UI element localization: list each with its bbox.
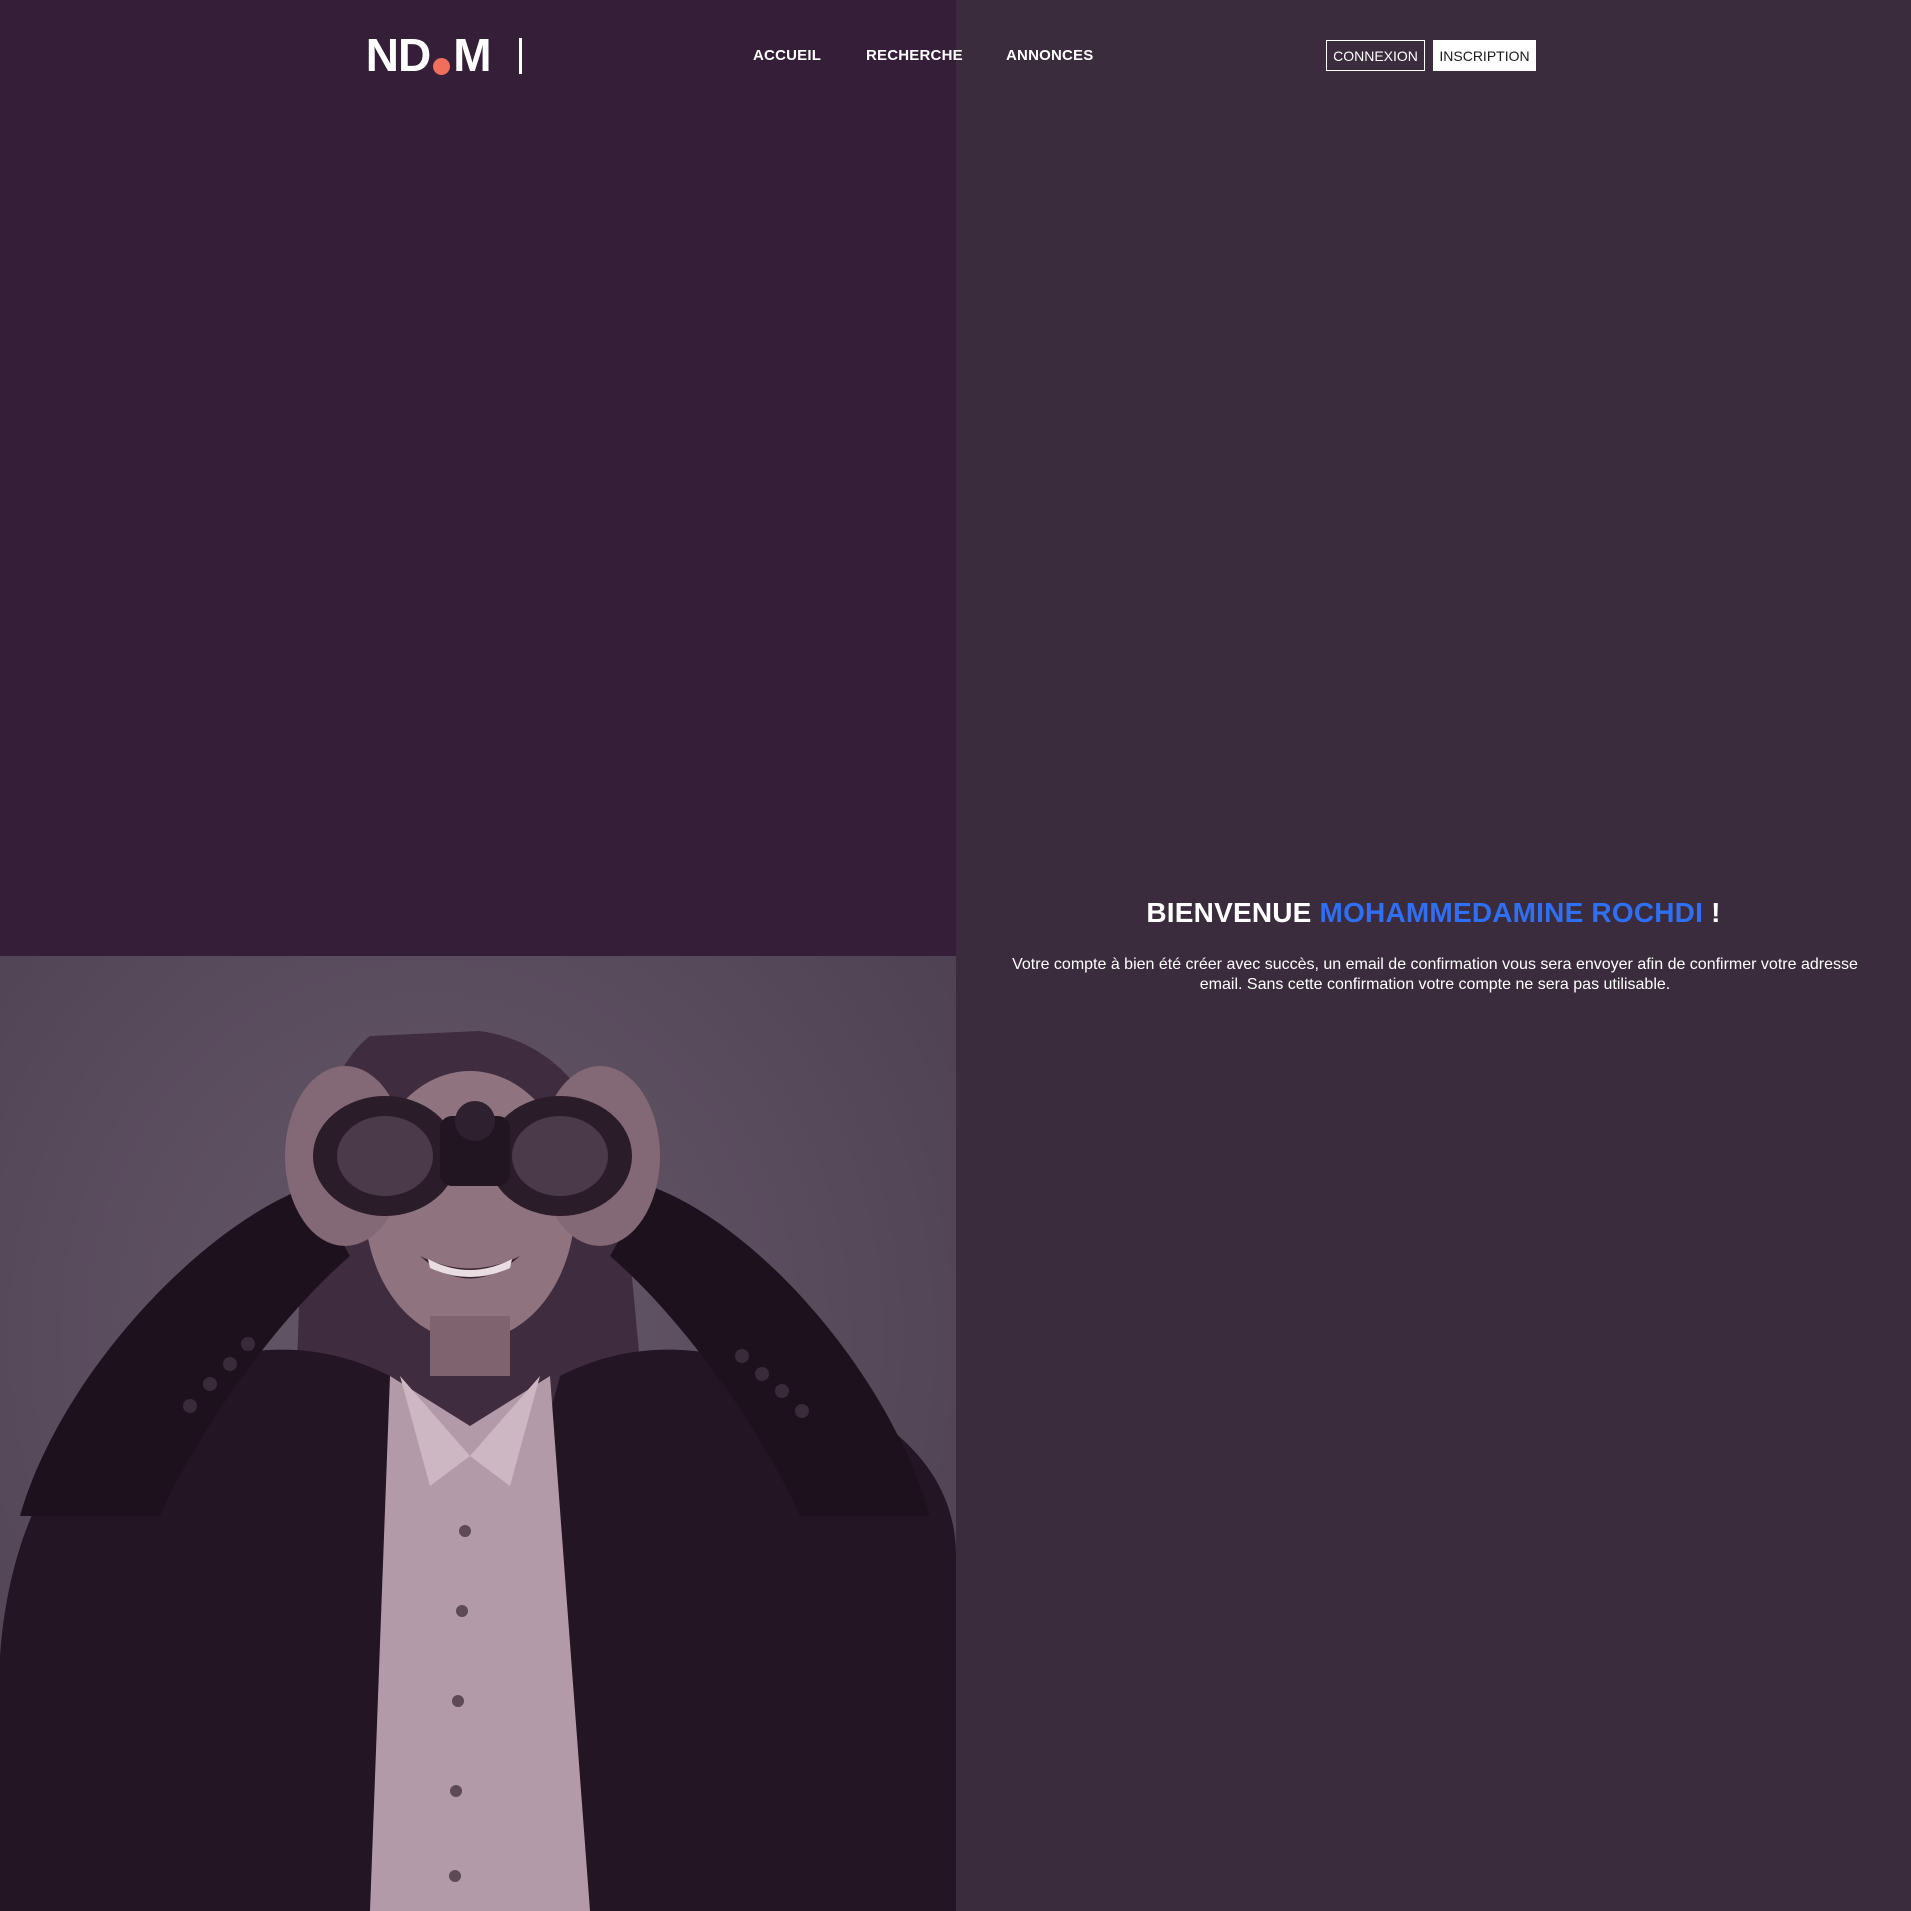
logo-dot-icon: [433, 58, 451, 75]
welcome-prefix: BIENVENUE: [1146, 897, 1312, 928]
left-color-block: [0, 0, 956, 956]
site-logo[interactable]: IND M: [368, 30, 522, 80]
logo-text-right: M: [453, 30, 491, 80]
nav-recherche[interactable]: RECHERCHE: [866, 47, 963, 64]
left-panel: [0, 0, 956, 1911]
signup-button[interactable]: INSCRIPTION: [1433, 40, 1536, 71]
confirmation-message: Votre compte à bien été créer avec succè…: [1012, 956, 1858, 993]
binoculars-woman-illustration: [0, 1031, 956, 1911]
hero-photo-woman-with-binoculars: [0, 956, 956, 1911]
nav-accueil[interactable]: ACCUEIL: [753, 47, 821, 64]
logo-cursor-bar: [519, 38, 522, 74]
logo-text-left: IND: [368, 30, 431, 80]
welcome-suffix: !: [1711, 897, 1721, 928]
user-name: MOHAMMEDAMINE ROCHDI: [1319, 897, 1704, 928]
welcome-heading: BIENVENUE MOHAMMEDAMINE ROCHDI !: [956, 897, 1911, 929]
login-button[interactable]: CONNEXION: [1326, 40, 1425, 71]
nav-annonces[interactable]: ANNONCES: [1006, 47, 1093, 64]
